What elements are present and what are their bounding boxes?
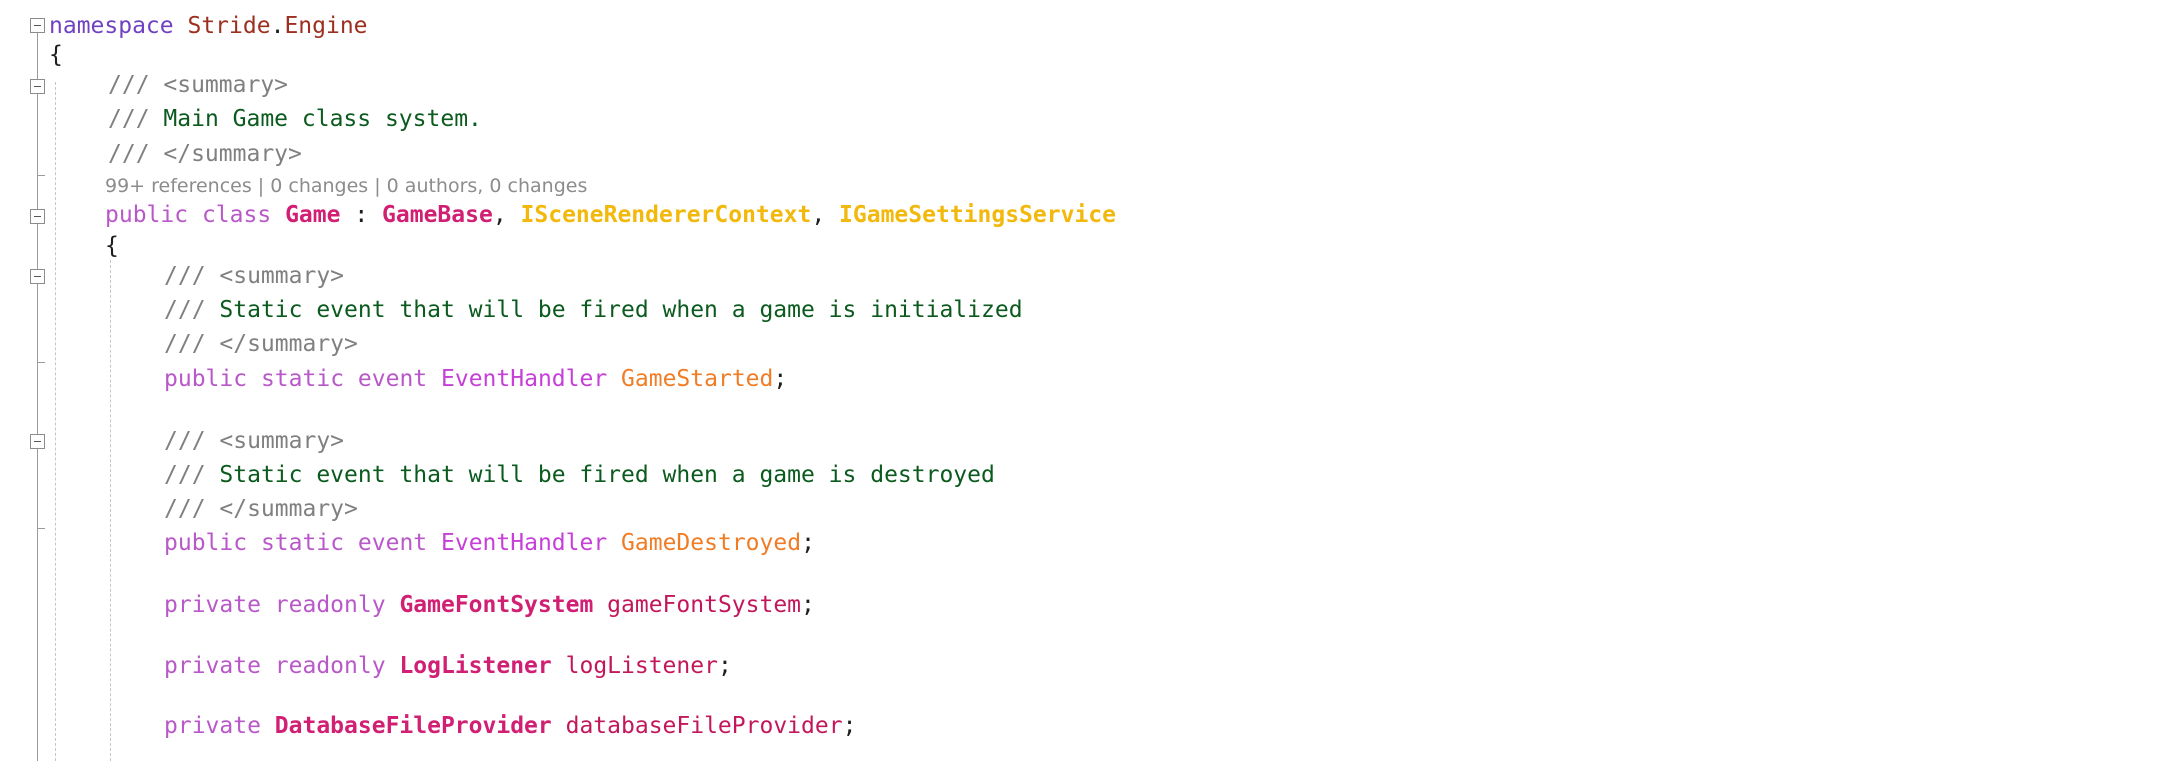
fold-toggle-icon[interactable] — [30, 209, 45, 224]
doc-comment-close: /// </summary> — [164, 492, 358, 526]
code-line-event-declaration: public static event EventHandler GameSta… — [164, 362, 787, 396]
fold-toggle-icon[interactable] — [30, 79, 45, 94]
doc-comment-text: /// Static event that will be fired when… — [164, 458, 995, 492]
class-name: Game — [285, 202, 341, 228]
doc-slashes: /// — [164, 297, 206, 323]
doc-comment-open: /// <summary> — [164, 259, 344, 293]
doc-text: Static event that will be fired when a g… — [219, 462, 995, 488]
event-name: GameDestroyed — [621, 530, 802, 556]
doc-comment-text: /// Main Game class system. — [108, 102, 482, 136]
keyword: static — [260, 530, 345, 556]
keyword: class — [201, 202, 272, 228]
keyword: readonly — [274, 653, 386, 679]
doc-slashes: /// — [164, 462, 206, 488]
doc-comment-open: /// <summary> — [164, 424, 344, 458]
outline-tick — [37, 175, 45, 176]
doc-text: Main Game class system. — [163, 106, 482, 132]
punctuation: ; — [801, 530, 815, 556]
punctuation: ; — [717, 653, 732, 679]
keyword: private — [164, 653, 261, 679]
punctuation: , — [811, 202, 826, 228]
code-line-class-declaration: public class Game : GameBase, ISceneRend… — [105, 198, 1116, 232]
outline-tick — [37, 362, 45, 363]
keyword: namespace — [49, 13, 174, 39]
code-line-namespace: namespace Stride.Engine — [49, 9, 368, 43]
field-name: logListener — [565, 653, 718, 679]
code-line-brace: { — [105, 229, 119, 263]
punctuation: ; — [773, 366, 788, 392]
doc-comment-text: /// Static event that will be fired when… — [164, 293, 1023, 327]
code-line-field-declaration: private readonly GameFontSystem gameFont… — [164, 588, 815, 622]
codelens-references[interactable]: 99+ references | 0 changes | 0 authors, … — [105, 172, 587, 200]
code-line-event-declaration: public static event EventHandler GameDes… — [164, 526, 815, 560]
doc-tag: /// <summary> — [164, 428, 345, 454]
outline-tick — [37, 528, 45, 529]
punctuation: ; — [842, 713, 857, 739]
open-brace: { — [105, 233, 119, 259]
interface-name: ISceneRendererContext — [520, 202, 812, 228]
doc-tag: /// <summary> — [164, 263, 345, 289]
keyword: public — [105, 202, 189, 228]
keyword: private — [164, 592, 261, 618]
codelens-text[interactable]: 99+ references | 0 changes | 0 authors, … — [105, 175, 587, 197]
keyword: event — [357, 530, 428, 556]
doc-text: Static event that will be fired when a g… — [219, 297, 1023, 323]
field-name: databaseFileProvider — [565, 713, 843, 739]
keyword: public — [164, 530, 248, 556]
doc-comment-open: /// <summary> — [108, 68, 288, 102]
keyword: private — [164, 713, 261, 739]
indent-guide — [55, 82, 56, 761]
outline-gutter-line — [37, 33, 38, 761]
namespace-name: Engine — [284, 13, 368, 39]
code-editor[interactable]: namespace Stride.Engine { /// <summary> … — [0, 0, 2178, 761]
punctuation: . — [270, 13, 285, 39]
event-name: GameStarted — [621, 366, 774, 392]
code-line-field-declaration: private DatabaseFileProvider databaseFil… — [164, 709, 856, 743]
code-line-field-declaration: private readonly LogListener logListener… — [164, 649, 732, 683]
punctuation: , — [492, 202, 507, 228]
doc-tag: /// </summary> — [164, 496, 358, 522]
keyword: public — [164, 366, 248, 392]
doc-comment-close: /// </summary> — [164, 327, 358, 361]
keyword: event — [357, 366, 428, 392]
keyword: static — [260, 366, 345, 392]
field-name: gameFontSystem — [607, 592, 802, 618]
fold-toggle-icon[interactable] — [30, 269, 45, 284]
punctuation: ; — [801, 592, 815, 618]
doc-comment-close: /// </summary> — [108, 137, 302, 171]
doc-tag: /// </summary> — [108, 141, 302, 167]
fold-toggle-icon[interactable] — [30, 18, 45, 33]
indent-guide — [110, 260, 111, 761]
fold-toggle-icon[interactable] — [30, 434, 45, 449]
doc-slashes: /// — [108, 106, 150, 132]
doc-tag: /// <summary> — [108, 72, 289, 98]
namespace-name: Stride — [187, 13, 271, 39]
type-name: EventHandler — [441, 530, 608, 556]
type-name: LogListener — [399, 653, 552, 679]
interface-name: IGameSettingsService — [839, 202, 1116, 228]
type-name: EventHandler — [441, 366, 608, 392]
keyword: readonly — [274, 592, 386, 618]
open-brace: { — [49, 42, 63, 68]
base-class: GameBase — [382, 202, 493, 228]
code-line-brace: { — [49, 38, 63, 72]
type-name: DatabaseFileProvider — [274, 713, 552, 739]
type-name: GameFontSystem — [399, 592, 594, 618]
punctuation: : — [354, 202, 369, 228]
doc-tag: /// </summary> — [164, 331, 358, 357]
